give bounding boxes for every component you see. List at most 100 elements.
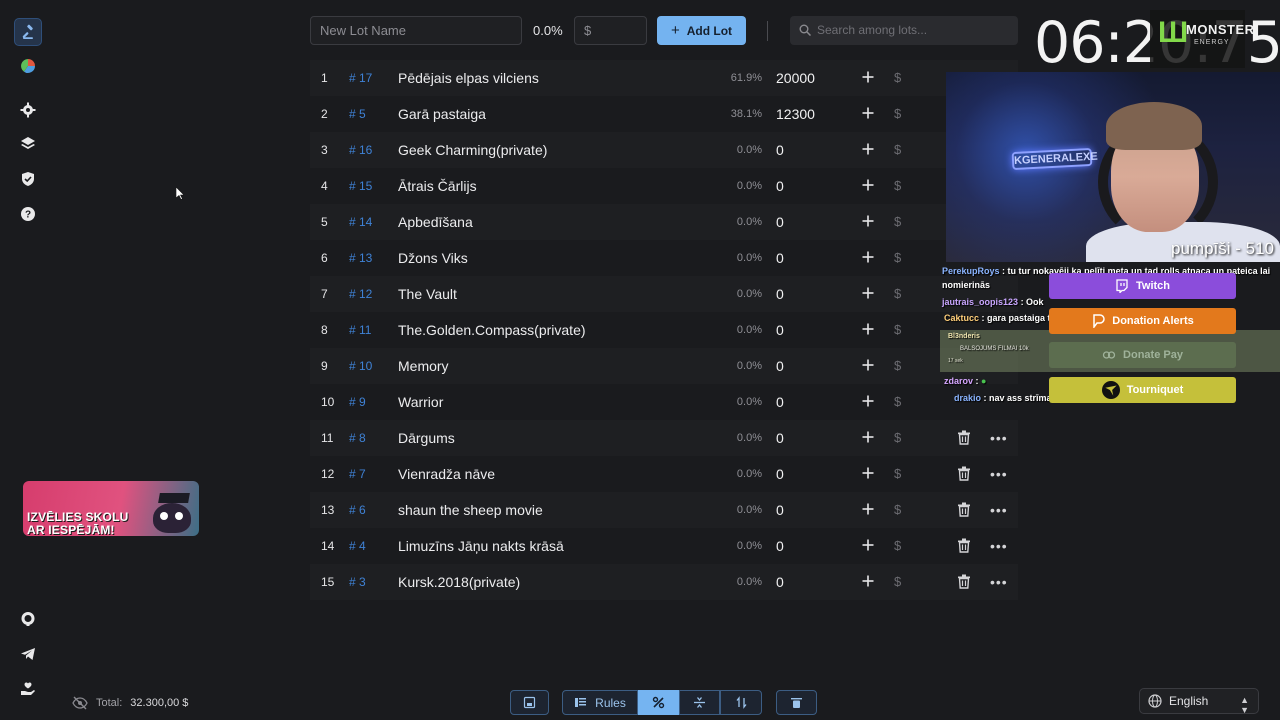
lot-amount[interactable]: 0: [776, 286, 784, 302]
shield-icon[interactable]: [14, 165, 42, 193]
trash-icon[interactable]: [957, 538, 971, 553]
trash-icon[interactable]: [957, 466, 971, 481]
dollar-icon[interactable]: $: [894, 70, 901, 85]
dollar-icon[interactable]: $: [894, 466, 901, 481]
trash-icon[interactable]: [957, 502, 971, 517]
lot-name[interactable]: Memory: [398, 358, 449, 374]
lot-row[interactable]: 4 # 15 Ātrais Čārlijs 0.0% 0 $: [310, 168, 1018, 204]
add-amount-icon[interactable]: [860, 249, 876, 265]
lot-row[interactable]: 8 # 11 The.Golden.Compass(private) 0.0% 0 $: [310, 312, 1018, 348]
lot-row[interactable]: 10 # 9 Warrior 0.0% 0 $: [310, 384, 1018, 420]
add-amount-icon[interactable]: [860, 177, 876, 193]
lot-name[interactable]: Geek Charming(private): [398, 142, 547, 158]
save-button[interactable]: [510, 690, 549, 715]
more-options-icon[interactable]: •••: [990, 466, 1008, 482]
dollar-icon[interactable]: $: [894, 250, 901, 265]
dollar-icon[interactable]: $: [894, 214, 901, 229]
new-lot-name-input[interactable]: New Lot Name: [310, 16, 522, 45]
lot-name[interactable]: Pēdējais elpas vilciens: [398, 70, 539, 86]
rules-button[interactable]: Rules: [562, 690, 638, 715]
dollar-icon[interactable]: $: [894, 106, 901, 121]
add-amount-icon[interactable]: [860, 465, 876, 481]
add-amount-icon[interactable]: [860, 393, 876, 409]
lot-name[interactable]: shaun the sheep movie: [398, 502, 543, 518]
lot-amount[interactable]: 0: [776, 466, 784, 482]
lot-row[interactable]: 13 # 6 shaun the sheep movie 0.0% 0 $ •••: [310, 492, 1018, 528]
add-amount-icon[interactable]: [860, 285, 876, 301]
lot-name[interactable]: Warrior: [398, 394, 443, 410]
lot-name[interactable]: Limuzīns Jāņu nakts krāsā: [398, 538, 564, 554]
lot-row[interactable]: 5 # 14 Apbedīšana 0.0% 0 $: [310, 204, 1018, 240]
percent-toggle[interactable]: [638, 690, 679, 715]
lot-row[interactable]: 11 # 8 Dārgums 0.0% 0 $ •••: [310, 420, 1018, 456]
sort-button[interactable]: [720, 690, 762, 715]
add-amount-icon[interactable]: [860, 357, 876, 373]
lot-amount[interactable]: 0: [776, 358, 784, 374]
language-select[interactable]: English ▲ ▼: [1139, 688, 1259, 715]
gear-icon[interactable]: [14, 96, 42, 124]
lot-amount[interactable]: 0: [776, 394, 784, 410]
lot-row[interactable]: 9 # 10 Memory 0.0% 0 $: [310, 348, 1018, 384]
dollar-icon[interactable]: $: [894, 178, 901, 193]
lot-amount[interactable]: 0: [776, 178, 784, 194]
dollar-icon[interactable]: $: [894, 574, 901, 589]
donate-pay-button[interactable]: Donate Pay: [1049, 342, 1236, 368]
lot-name[interactable]: Ātrais Čārlijs: [398, 178, 477, 194]
donation-alerts-button[interactable]: Donation Alerts: [1049, 308, 1236, 334]
tourniquet-button[interactable]: Tourniquet: [1049, 377, 1236, 403]
help-icon[interactable]: ?: [14, 200, 42, 228]
lot-row[interactable]: 14 # 4 Limuzīns Jāņu nakts krāsā 0.0% 0 $ •••: [310, 528, 1018, 564]
lot-row[interactable]: 7 # 12 The Vault 0.0% 0 $: [310, 276, 1018, 312]
lot-amount[interactable]: 0: [776, 322, 784, 338]
lot-name[interactable]: Dārgums: [398, 430, 455, 446]
lot-amount[interactable]: 0: [776, 430, 784, 446]
lot-name[interactable]: Apbedīšana: [398, 214, 473, 230]
more-options-icon[interactable]: •••: [990, 538, 1008, 554]
add-amount-icon[interactable]: [860, 69, 876, 85]
lot-row[interactable]: 2 # 5 Garā pastaiga 38.1% 12300 $: [310, 96, 1018, 132]
dollar-icon[interactable]: $: [894, 358, 901, 373]
telegram-icon[interactable]: [14, 640, 42, 668]
lot-amount[interactable]: 0: [776, 574, 784, 590]
trash-icon[interactable]: [957, 574, 971, 589]
dollar-icon[interactable]: $: [894, 394, 901, 409]
dollar-icon[interactable]: $: [894, 286, 901, 301]
clear-lots-button[interactable]: [776, 690, 817, 715]
lot-row[interactable]: 1 # 17 Pēdējais elpas vilciens 61.9% 20000 $: [310, 60, 1018, 96]
promo-banner[interactable]: IZVĒLIES SKOLU AR IESPĒJĀM!: [23, 481, 199, 536]
dollar-icon[interactable]: $: [894, 502, 901, 517]
dollar-icon[interactable]: $: [894, 142, 901, 157]
dollar-icon[interactable]: $: [894, 430, 901, 445]
trash-icon[interactable]: [957, 430, 971, 445]
new-lot-amount-input[interactable]: $: [574, 16, 647, 45]
lot-name[interactable]: Vienradža nāve: [398, 466, 495, 482]
github-icon[interactable]: [14, 605, 42, 633]
layers-icon[interactable]: [14, 130, 42, 158]
lot-row[interactable]: 12 # 7 Vienradža nāve 0.0% 0 $ •••: [310, 456, 1018, 492]
more-options-icon[interactable]: •••: [990, 574, 1008, 590]
add-amount-icon[interactable]: [860, 213, 876, 229]
lot-amount[interactable]: 0: [776, 250, 784, 266]
lot-amount[interactable]: 20000: [776, 70, 815, 86]
add-lot-button[interactable]: + Add Lot: [657, 16, 746, 45]
lot-row[interactable]: 15 # 3 Kursk.2018(private) 0.0% 0 $ •••: [310, 564, 1018, 600]
lot-amount[interactable]: 0: [776, 214, 784, 230]
lot-name[interactable]: Džons Viks: [398, 250, 468, 266]
donate-hand-icon[interactable]: [14, 675, 42, 703]
add-amount-icon[interactable]: [860, 141, 876, 157]
lot-name[interactable]: The Vault: [398, 286, 457, 302]
lot-amount[interactable]: 12300: [776, 106, 815, 122]
auction-icon[interactable]: [14, 18, 42, 46]
add-amount-icon[interactable]: [860, 429, 876, 445]
lot-name[interactable]: Garā pastaiga: [398, 106, 486, 122]
eye-off-icon[interactable]: [72, 695, 88, 711]
more-options-icon[interactable]: •••: [990, 502, 1008, 518]
add-amount-icon[interactable]: [860, 501, 876, 517]
more-options-icon[interactable]: •••: [990, 430, 1008, 446]
dollar-icon[interactable]: $: [894, 322, 901, 337]
lot-row[interactable]: 3 # 16 Geek Charming(private) 0.0% 0 $: [310, 132, 1018, 168]
lot-name[interactable]: The.Golden.Compass(private): [398, 322, 586, 338]
dollar-icon[interactable]: $: [894, 538, 901, 553]
twitch-button[interactable]: Twitch: [1049, 273, 1236, 299]
lot-row[interactable]: 6 # 13 Džons Viks 0.0% 0 $: [310, 240, 1018, 276]
